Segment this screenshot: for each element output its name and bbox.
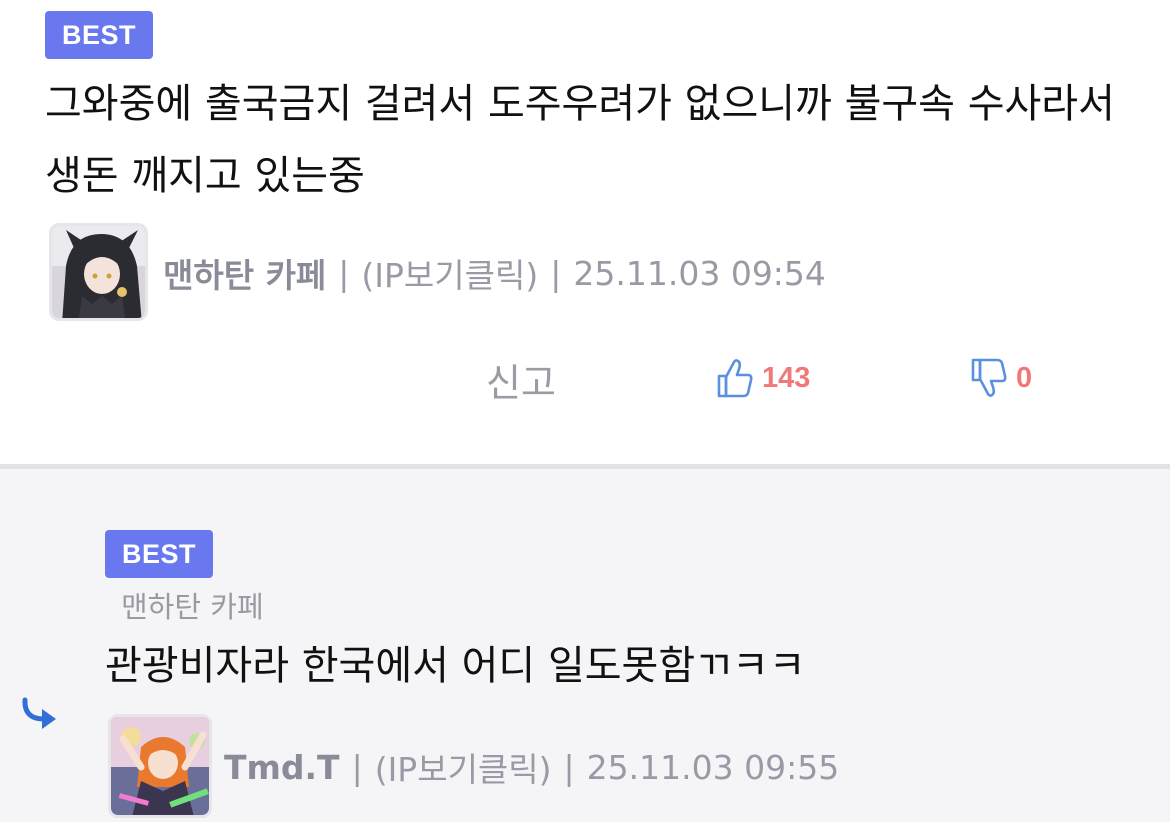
best-badge: BEST [105,530,213,578]
report-button[interactable]: 신고 [486,352,556,407]
downvote-count: 0 [1016,361,1033,394]
meta-separator: | [338,253,350,293]
best-comment: BEST 그와중에 출국금지 걸려서 도주우려가 없으니까 불구속 수사라서 생… [0,0,1170,464]
avatar[interactable] [108,714,212,818]
best-badge: BEST [45,11,153,59]
meta-separator: | [563,747,575,787]
upvote-button[interactable]: 143 [716,356,810,400]
author-name[interactable]: 맨하탄 카페 [163,249,326,297]
meta-separator: | [351,747,363,787]
downvote-button[interactable]: 0 [970,356,1032,400]
reply-arrow-icon [22,697,56,729]
timestamp: 25.11.03 09:54 [573,253,826,293]
avatar-image [52,226,145,318]
avatar-image [111,717,209,815]
reply-meta: Tmd.T | (IP보기클릭) | 25.11.03 09:55 [224,744,839,790]
reply-target: 맨하탄 카페 [121,590,264,624]
thumbs-up-icon [717,359,753,398]
upvote-count: 143 [762,361,811,394]
meta-separator: | [550,253,562,293]
thumbs-down-icon [971,358,1007,397]
comment-text: 그와중에 출국금지 걸려서 도주우려가 없으니까 불구속 수사라서 생돈 깨지고… [45,81,1115,199]
avatar[interactable] [49,223,148,321]
comment-meta: 맨하탄 카페 | (IP보기클릭) | 25.11.03 09:54 [163,250,826,296]
ip-view-link[interactable]: (IP보기클릭) [361,249,538,297]
ip-view-link[interactable]: (IP보기클릭) [375,743,552,791]
reply-comment: BEST 맨하탄 카페 관광비자라 한국에서 어디 일도못함ㄲㅋㅋ Tmd.T … [0,469,1170,822]
timestamp: 25.11.03 09:55 [586,747,840,787]
author-name[interactable]: Tmd.T [224,748,340,787]
reply-text: 관광비자라 한국에서 어디 일도못함ㄲㅋㅋ [105,643,806,689]
comment-actions: 신고 143 0 [0,352,1170,408]
